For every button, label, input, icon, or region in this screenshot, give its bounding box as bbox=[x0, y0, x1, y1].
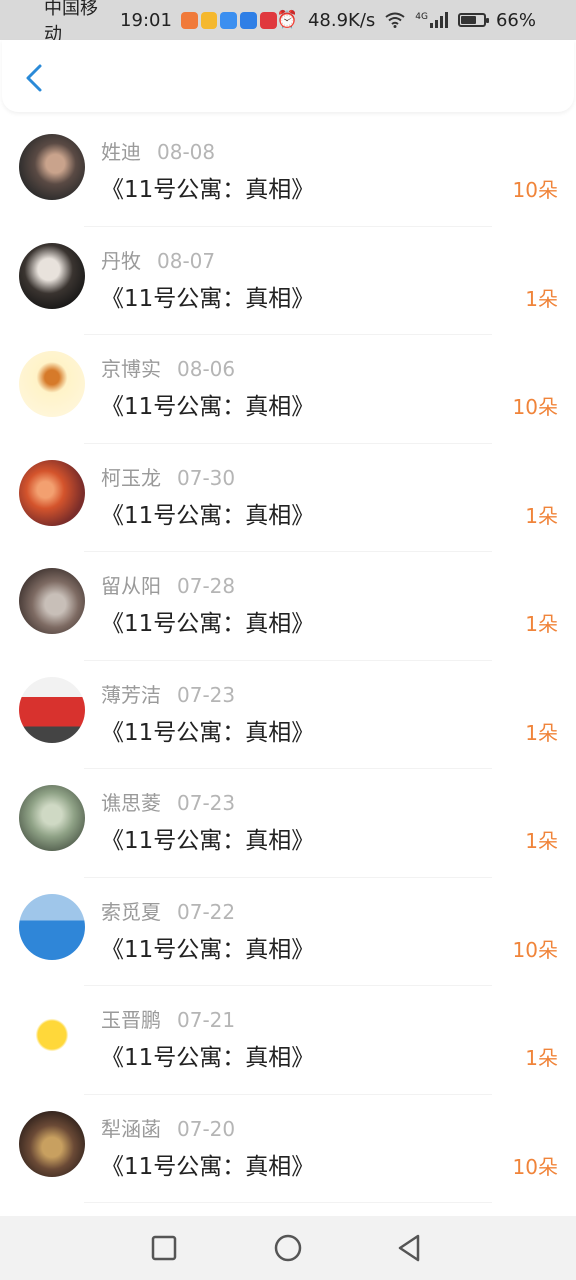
avatar[interactable] bbox=[19, 134, 85, 200]
book-title: 《11号公寓：真相》 bbox=[101, 1153, 315, 1180]
gift-amount: 1朵 bbox=[525, 1046, 558, 1070]
gift-amount: 10朵 bbox=[512, 1154, 558, 1179]
record-date: 07-22 bbox=[177, 899, 236, 924]
gift-amount: 1朵 bbox=[525, 286, 558, 311]
gift-amount: 1朵 bbox=[525, 720, 558, 745]
divider bbox=[84, 1202, 492, 1203]
top-bar bbox=[2, 40, 574, 112]
avatar[interactable] bbox=[19, 1002, 85, 1068]
user-name: 谯思菱 bbox=[101, 791, 161, 815]
avatar[interactable] bbox=[19, 242, 85, 309]
gift-record-row[interactable]: 丹牧 08-07 《11号公寓：真相》 1朵 bbox=[0, 227, 576, 335]
gift-record-row[interactable]: 犁涵菡 07-20 《11号公寓：真相》 10朵 bbox=[0, 1095, 576, 1203]
name-line: 姓迪 08-08 bbox=[101, 136, 215, 165]
gift-record-row[interactable]: 索觅夏 07-22 《11号公寓：真相》 10朵 bbox=[0, 878, 576, 986]
status-bar: 中国移动 19:01 ⏰ 48.9K/s 4G 66% bbox=[0, 0, 576, 45]
gift-record-list: 姓迪 08-08 《11号公寓：真相》 10朵 丹牧 08-07 《11号公寓：真相… bbox=[0, 118, 576, 1203]
gift-amount: 1朵 bbox=[525, 829, 558, 853]
gift-record-row[interactable]: 谯思菱 07-23 《11号公寓：真相》 1朵 bbox=[0, 769, 576, 878]
gift-amount: 10朵 bbox=[512, 178, 558, 202]
user-name: 犁涵菡 bbox=[101, 1116, 161, 1141]
network-speed: 48.9K/s bbox=[307, 9, 376, 31]
user-name: 柯玉龙 bbox=[101, 465, 161, 490]
book-title: 《11号公寓：真相》 bbox=[101, 502, 315, 529]
user-name: 丹牧 bbox=[101, 248, 141, 273]
book-title: 《11号公寓：真相》 bbox=[101, 394, 315, 420]
system-nav-bar bbox=[0, 1216, 576, 1280]
triangle-back-icon[interactable] bbox=[394, 1232, 426, 1264]
gift-record-row[interactable]: 柯玉龙 07-30 《11号公寓：真相》 1朵 bbox=[0, 444, 576, 552]
app-icon-red bbox=[259, 11, 277, 29]
record-date: 07-20 bbox=[177, 1116, 236, 1141]
avatar[interactable] bbox=[19, 893, 85, 960]
app-icon-yellow bbox=[200, 11, 218, 29]
avatar[interactable] bbox=[19, 785, 85, 851]
user-name: 留从阳 bbox=[101, 574, 161, 598]
name-line: 谯思菱 07-23 bbox=[101, 787, 235, 816]
battery-percent: 66% bbox=[495, 9, 536, 31]
gift-amount: 1朵 bbox=[525, 503, 558, 528]
network-type: 4G bbox=[415, 11, 428, 22]
avatar[interactable] bbox=[19, 568, 85, 634]
user-name: 京博实 bbox=[101, 357, 161, 381]
book-title: 《11号公寓：真相》 bbox=[101, 1045, 315, 1071]
record-date: 08-06 bbox=[177, 357, 236, 381]
gift-record-row[interactable]: 京博实 08-06 《11号公寓：真相》 10朵 bbox=[0, 335, 576, 444]
square-recents-icon[interactable] bbox=[148, 1232, 180, 1264]
alarm-icon: ⏰ bbox=[276, 9, 298, 30]
user-name: 姓迪 bbox=[101, 140, 141, 164]
record-date: 07-28 bbox=[177, 574, 236, 598]
avatar[interactable] bbox=[19, 1110, 85, 1177]
book-title: 《11号公寓：真相》 bbox=[101, 611, 315, 637]
name-line: 玉晋鹏 07-21 bbox=[101, 1004, 235, 1033]
name-line: 京博实 08-06 bbox=[101, 353, 235, 382]
avatar[interactable] bbox=[19, 676, 85, 743]
gift-record-row[interactable]: 薄芳洁 07-23 《11号公寓：真相》 1朵 bbox=[0, 661, 576, 769]
record-date: 07-30 bbox=[177, 465, 236, 490]
circle-home-icon[interactable] bbox=[272, 1232, 304, 1264]
app-icon-blue bbox=[240, 11, 257, 29]
wifi-icon bbox=[385, 12, 405, 28]
avatar[interactable] bbox=[19, 351, 85, 417]
book-title: 《11号公寓：真相》 bbox=[101, 828, 315, 854]
record-date: 08-08 bbox=[157, 140, 216, 164]
book-title: 《11号公寓：真相》 bbox=[101, 719, 315, 746]
gift-record-row[interactable]: 留从阳 07-28 《11号公寓：真相》 1朵 bbox=[0, 552, 576, 661]
signal-icon bbox=[429, 12, 448, 28]
gift-amount: 10朵 bbox=[512, 937, 558, 962]
gift-record-row[interactable]: 玉晋鹏 07-21 《11号公寓：真相》 1朵 bbox=[0, 986, 576, 1095]
user-name: 索觅夏 bbox=[101, 899, 161, 924]
name-line: 丹牧 08-07 bbox=[101, 245, 215, 274]
name-line: 留从阳 07-28 bbox=[101, 570, 235, 599]
record-date: 07-23 bbox=[177, 791, 236, 815]
record-date: 07-21 bbox=[177, 1008, 236, 1032]
gift-record-row[interactable]: 姓迪 08-08 《11号公寓：真相》 10朵 bbox=[0, 118, 576, 227]
name-line: 柯玉龙 07-30 bbox=[101, 462, 235, 491]
book-title: 《11号公寓：真相》 bbox=[101, 177, 315, 203]
clock-label: 19:01 bbox=[120, 9, 172, 31]
avatar[interactable] bbox=[19, 459, 85, 526]
gift-amount: 1朵 bbox=[525, 612, 558, 636]
book-title: 《11号公寓：真相》 bbox=[101, 936, 315, 963]
status-right: ⏰ 48.9K/s 4G 66% bbox=[277, 10, 536, 31]
app-icon-orange bbox=[180, 11, 198, 29]
name-line: 薄芳洁 07-23 bbox=[101, 679, 235, 708]
record-date: 08-07 bbox=[157, 248, 216, 273]
user-name: 玉晋鹏 bbox=[101, 1008, 161, 1032]
chevron-left-icon[interactable] bbox=[20, 62, 48, 94]
name-line: 索觅夏 07-22 bbox=[101, 896, 235, 925]
book-title: 《11号公寓：真相》 bbox=[101, 285, 315, 312]
user-name: 薄芳洁 bbox=[101, 682, 161, 707]
record-date: 07-23 bbox=[177, 682, 236, 707]
name-line: 犁涵菡 07-20 bbox=[101, 1113, 235, 1142]
battery-icon bbox=[457, 13, 489, 27]
app-icon-blue-cloud bbox=[220, 11, 238, 29]
gift-amount: 10朵 bbox=[512, 395, 558, 419]
